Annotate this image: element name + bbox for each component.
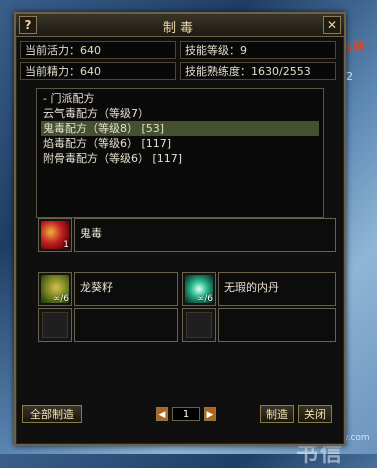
energy-stat: 当前精力：640	[20, 62, 176, 80]
recipe-item[interactable]: 附骨毒配方（等级6） [117]	[41, 151, 319, 166]
recipe-group-header[interactable]: - 门派配方	[41, 91, 319, 106]
empty-material-slot[interactable]	[182, 308, 216, 342]
product-name: 鬼毒	[74, 218, 336, 252]
product-slot[interactable]: 1	[38, 218, 72, 252]
empty-material-slot[interactable]	[38, 308, 72, 342]
close-window-button[interactable]: 关闭	[298, 405, 332, 423]
vitality-label: 当前活力	[25, 44, 69, 57]
material-name: 龙葵籽	[74, 272, 178, 306]
recipe-list[interactable]: - 门派配方 云气毒配方（等级7） 鬼毒配方（等级8） [53] 焰毒配方（等级…	[36, 88, 324, 218]
next-page-button[interactable]: ▶	[204, 407, 216, 421]
prev-page-button[interactable]: ◀	[156, 407, 168, 421]
energy-label: 当前精力	[25, 65, 69, 78]
page-number[interactable]: 1	[172, 407, 200, 421]
empty-material-name	[218, 308, 336, 342]
proficiency-label: 技能熟练度	[185, 65, 240, 78]
recipe-item[interactable]: 云气毒配方（等级7）	[41, 106, 319, 121]
material-slot[interactable]: ∞/6	[182, 272, 216, 306]
recipe-item[interactable]: 焰毒配方（等级6） [117]	[41, 136, 319, 151]
skill-level-label: 技能等级	[185, 44, 229, 57]
title-bar[interactable]: ? 制毒 ✕	[16, 14, 344, 37]
material-slot[interactable]: ∞/6	[38, 272, 72, 306]
energy-value: 640	[80, 65, 101, 78]
make-button[interactable]: 制造	[260, 405, 294, 423]
skill-level-stat: 技能等级：9	[180, 41, 336, 59]
material-count: ∞/6	[52, 294, 69, 304]
bottom-bar: 全部制造 ◀ 1 ▶ 制造 关闭	[16, 402, 344, 426]
empty-material-name	[74, 308, 178, 342]
product-count: 1	[63, 240, 69, 250]
vitality-value: 640	[80, 44, 101, 57]
window-title: 制毒	[162, 21, 197, 36]
poison-crafting-window: ? 制毒 ✕ 当前活力：640 技能等级：9 当前精力：640 技能熟练度：16…	[14, 12, 346, 446]
skill-level-value: 9	[240, 44, 247, 57]
recipe-item-selected[interactable]: 鬼毒配方（等级8） [53]	[41, 121, 319, 136]
material-count: ∞/6	[196, 294, 213, 304]
proficiency-value: 1630/2553	[251, 65, 311, 78]
close-button[interactable]: ✕	[323, 16, 341, 34]
proficiency-stat: 技能熟练度：1630/2553	[180, 62, 336, 80]
material-name: 无瑕的内丹	[218, 272, 336, 306]
vitality-stat: 当前活力：640	[20, 41, 176, 59]
background-scene-number: 2	[346, 70, 353, 83]
make-all-button[interactable]: 全部制造	[22, 405, 82, 423]
